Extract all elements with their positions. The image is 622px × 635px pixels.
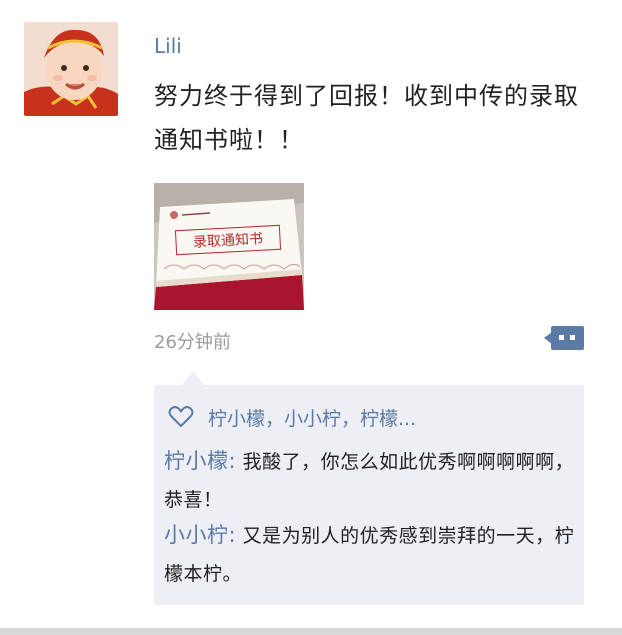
comment-button[interactable] <box>544 323 584 353</box>
comment-author[interactable]: 小小柠: <box>164 523 236 547</box>
comment-author[interactable]: 柠小檬: <box>164 449 236 473</box>
post-timestamp: 26分钟前 <box>154 332 231 353</box>
comment-item[interactable]: 小小柠: 又是为别人的优秀感到崇拜的一天，柠檬本柠。 <box>164 516 576 593</box>
post-divider <box>0 628 622 635</box>
likes-names[interactable]: 柠小檬，小小柠，柠檬... <box>208 404 416 431</box>
likes-and-comments: 柠小檬，小小柠，柠檬... 柠小檬: 我酸了，你怎么如此优秀啊啊啊啊啊，恭喜！ … <box>154 385 584 605</box>
more-options-icon <box>544 326 584 350</box>
reply-box-pointer <box>182 371 204 385</box>
post-photo[interactable]: 录取通知书 <box>154 183 304 310</box>
comment-item[interactable]: 柠小檬: 我酸了，你怎么如此优秀啊啊啊啊啊，恭喜！ <box>164 442 576 519</box>
username[interactable]: Lili <box>154 32 182 60</box>
avatar-image <box>24 22 118 116</box>
likes-row: 柠小檬，小小柠，柠檬... <box>168 402 416 432</box>
heart-icon <box>168 406 194 427</box>
post-text: 努力终于得到了回报！收到中传的录取通知书啦！！ <box>154 82 579 154</box>
avatar[interactable] <box>24 22 118 116</box>
moments-post: Lili 努力终于得到了回报！收到中传的录取通知书啦！！ 录取通知书 26分钟前 <box>0 0 622 635</box>
